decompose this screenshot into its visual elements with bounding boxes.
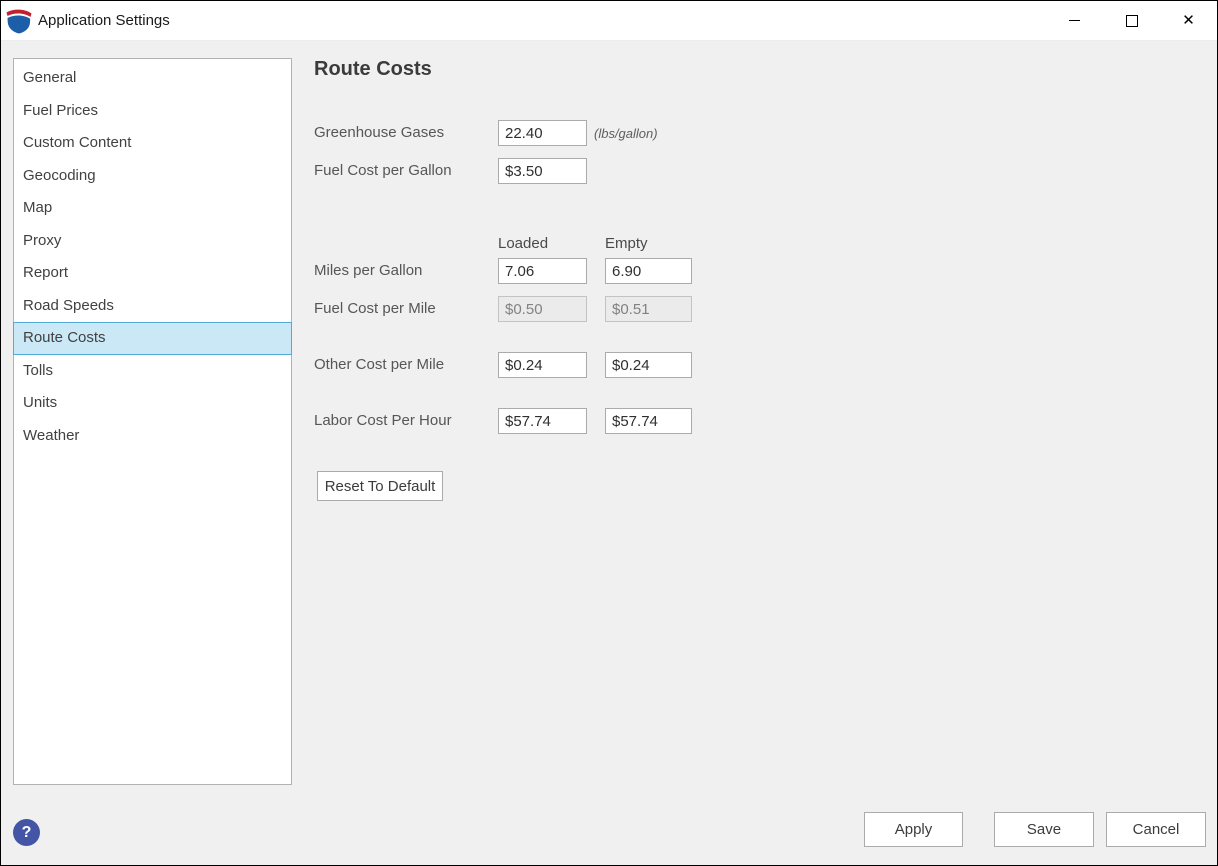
field-label: Greenhouse Gases xyxy=(314,124,445,141)
field-label: Fuel Cost per Mile xyxy=(314,300,436,317)
cancel-button[interactable]: Cancel xyxy=(1106,812,1206,847)
title-bar: Application Settings ✕ xyxy=(1,1,1217,41)
sidebar-item-custom-content[interactable]: Custom Content xyxy=(14,127,291,160)
sidebar-item-route-costs[interactable]: Route Costs xyxy=(13,322,292,355)
field-unit-note: (lbs/gallon) xyxy=(594,126,658,141)
field-input-loaded[interactable] xyxy=(498,352,587,378)
settings-nav: General Fuel Prices Custom Content Geocodin… xyxy=(13,58,292,785)
sidebar-item-fuel-prices[interactable]: Fuel Prices xyxy=(14,95,291,128)
field-label: Other Cost per Mile xyxy=(314,356,445,373)
maximize-icon xyxy=(1125,14,1138,27)
sidebar-item-proxy[interactable]: Proxy xyxy=(14,225,291,258)
field-input-empty[interactable] xyxy=(605,408,692,434)
sidebar-item-map[interactable]: Map xyxy=(14,192,291,225)
column-header-empty: Empty xyxy=(605,235,648,252)
sidebar-item-geocoding[interactable]: Geocoding xyxy=(14,160,291,193)
minimize-icon xyxy=(1069,20,1080,21)
sidebar-item-report[interactable]: Report xyxy=(14,257,291,290)
help-icon: ? xyxy=(21,823,32,841)
close-button[interactable]: ✕ xyxy=(1160,1,1217,40)
reset-to-default-button[interactable]: Reset To Default xyxy=(317,471,443,501)
page-title: Route Costs xyxy=(314,58,432,80)
field-input-empty[interactable] xyxy=(605,352,692,378)
sidebar-item-weather[interactable]: Weather xyxy=(14,420,291,453)
field-input-loaded xyxy=(498,296,587,322)
sidebar-item-tolls[interactable]: Tolls xyxy=(14,355,291,388)
application-settings-window: Application Settings ✕ General Fuel Price… xyxy=(0,0,1218,866)
apply-button[interactable]: Apply xyxy=(864,812,963,847)
window-title: Application Settings xyxy=(38,12,170,29)
column-header-loaded: Loaded xyxy=(498,235,549,252)
sidebar-item-units[interactable]: Units xyxy=(14,387,291,420)
field-input[interactable] xyxy=(498,120,587,146)
field-input[interactable] xyxy=(498,158,587,184)
field-input-loaded[interactable] xyxy=(498,408,587,434)
maximize-button[interactable] xyxy=(1103,1,1160,40)
save-button[interactable]: Save xyxy=(994,812,1094,847)
field-input-loaded[interactable] xyxy=(498,258,587,284)
sidebar-item-road-speeds[interactable]: Road Speeds xyxy=(14,290,291,323)
window-controls: ✕ xyxy=(1046,1,1217,40)
minimize-button[interactable] xyxy=(1046,1,1103,40)
field-label: Fuel Cost per Gallon xyxy=(314,162,452,179)
close-icon: ✕ xyxy=(1182,12,1195,29)
sidebar-item-general[interactable]: General xyxy=(14,62,291,95)
field-input-empty xyxy=(605,296,692,322)
field-input-empty[interactable] xyxy=(605,258,692,284)
help-button[interactable]: ? xyxy=(13,819,40,846)
field-label: Labor Cost Per Hour xyxy=(314,412,452,429)
field-label: Miles per Gallon xyxy=(314,262,423,279)
app-logo-icon xyxy=(6,9,32,34)
